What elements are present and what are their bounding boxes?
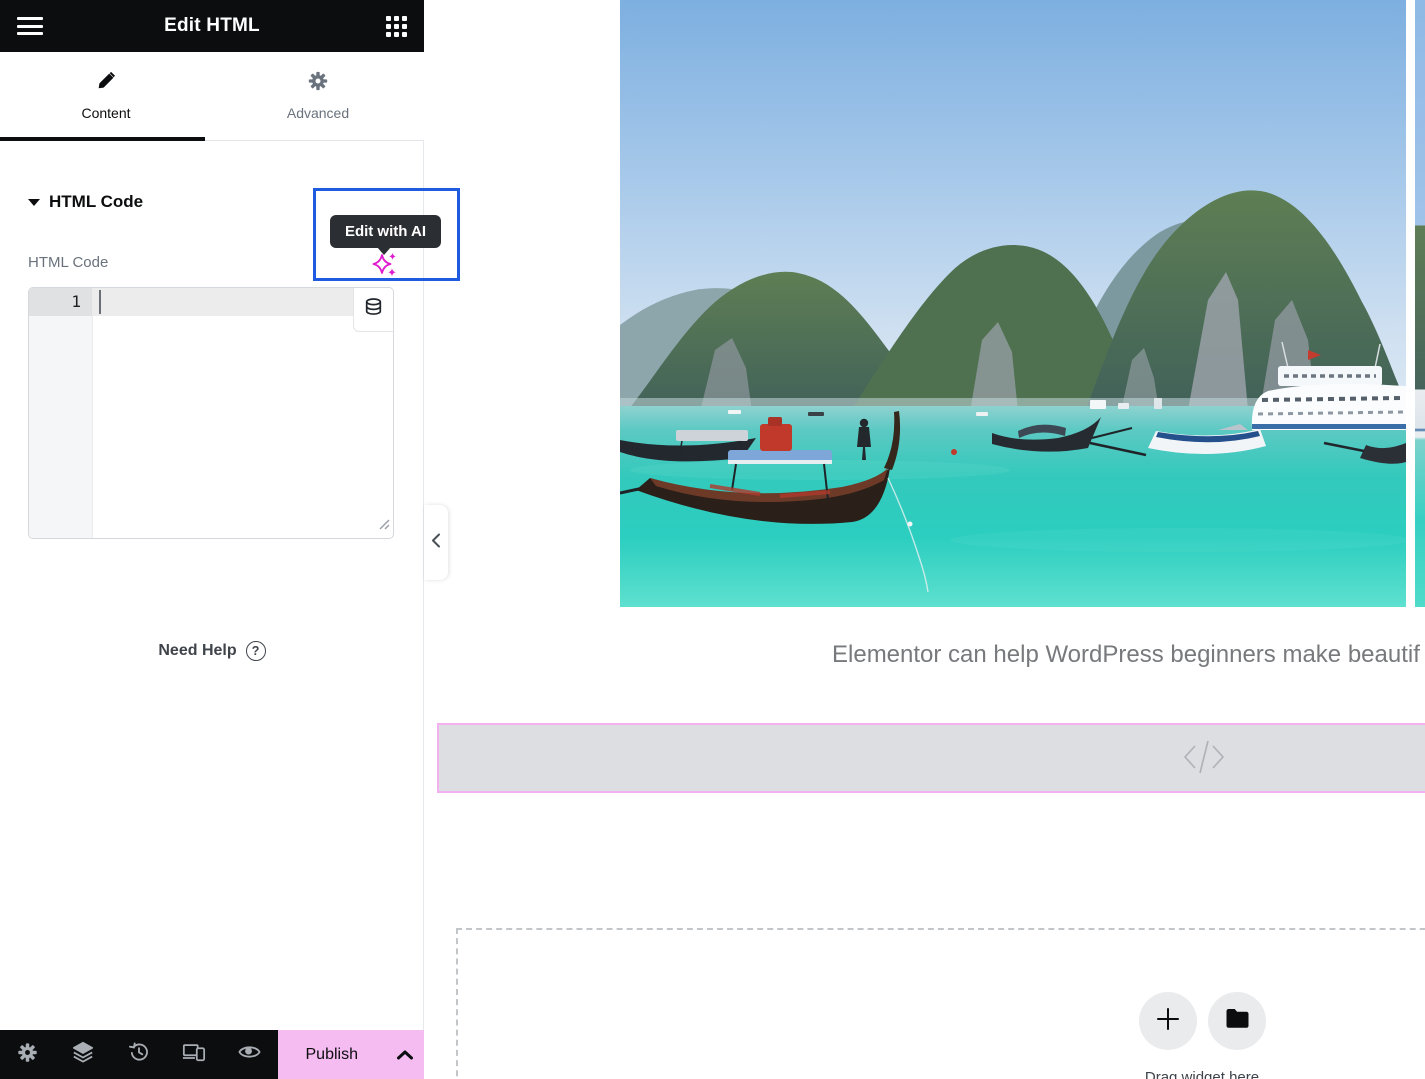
panel-tabs: Content Advanced: [0, 52, 424, 141]
drag-widget-hint: Drag widget here: [1144, 1069, 1260, 1079]
tab-advanced[interactable]: Advanced: [212, 52, 424, 140]
responsive-devices-icon: [182, 1041, 206, 1068]
panel-footer: Publish: [0, 1030, 424, 1079]
need-help-label: Need Help: [158, 642, 237, 659]
html-code-section-header[interactable]: HTML Code: [28, 192, 143, 212]
question-circle-icon: ?: [245, 641, 266, 661]
database-icon: [365, 298, 382, 321]
preview-eye-icon: [238, 1042, 261, 1067]
panel-collapse-handle[interactable]: [424, 505, 448, 580]
caption-text: Elementor can help WordPress beginners m…: [832, 641, 1420, 668]
hero-image[interactable]: [620, 0, 1406, 607]
ai-sparkles-icon[interactable]: [371, 252, 399, 285]
pencil-icon: [96, 71, 116, 96]
folder-icon: [1225, 1008, 1250, 1034]
apps-grid-icon[interactable]: [386, 16, 407, 37]
preview-button[interactable]: [222, 1030, 278, 1079]
navigator-layers-icon: [72, 1041, 94, 1068]
publish-label: Publish: [305, 1045, 358, 1063]
panel-header: Edit HTML: [0, 0, 424, 52]
settings-panel: Edit HTML Content Advanced HTML Code HTM…: [0, 0, 424, 1079]
settings-gear-icon: [17, 1042, 38, 1068]
edit-with-ai-tooltip[interactable]: Edit with AI: [330, 215, 441, 248]
history-button[interactable]: [111, 1030, 167, 1079]
dynamic-tags-button[interactable]: [353, 288, 393, 332]
line-number: 1: [71, 292, 81, 311]
resize-handle-icon[interactable]: [379, 517, 390, 535]
chevron-up-icon[interactable]: [396, 1049, 414, 1061]
elementor-editor: Edit HTML Content Advanced HTML Code HTM…: [0, 0, 1425, 1079]
text-cursor: [99, 290, 101, 314]
section-title: HTML Code: [49, 192, 144, 211]
editor-gutter: [29, 288, 93, 538]
footer-toolbar: [0, 1030, 278, 1079]
add-section-button[interactable]: [1139, 992, 1197, 1050]
history-icon: [128, 1041, 150, 1068]
responsive-mode-button[interactable]: [167, 1030, 223, 1079]
active-tab-underline: [0, 137, 205, 141]
caret-down-icon: [28, 198, 40, 206]
html-code-field-label: HTML Code: [28, 254, 109, 271]
adjacent-image-sliver: [1415, 0, 1425, 607]
code-icon: [1182, 737, 1226, 782]
chevron-left-icon: [431, 533, 441, 553]
need-help-link[interactable]: Need Help ?: [0, 641, 424, 661]
gear-icon: [308, 71, 328, 96]
tab-content-label: Content: [81, 105, 131, 121]
tab-advanced-label: Advanced: [286, 105, 350, 121]
selected-html-widget[interactable]: [437, 723, 1425, 793]
empty-section-dropzone[interactable]: [456, 928, 1425, 1079]
site-settings-button[interactable]: [0, 1030, 56, 1079]
tab-content[interactable]: Content: [0, 52, 212, 140]
publish-button[interactable]: Publish: [277, 1030, 424, 1079]
panel-title: Edit HTML: [164, 15, 260, 36]
add-template-button[interactable]: [1208, 992, 1266, 1050]
navigator-button[interactable]: [56, 1030, 112, 1079]
plus-icon: [1156, 1007, 1180, 1036]
code-editor[interactable]: 1: [28, 287, 394, 539]
